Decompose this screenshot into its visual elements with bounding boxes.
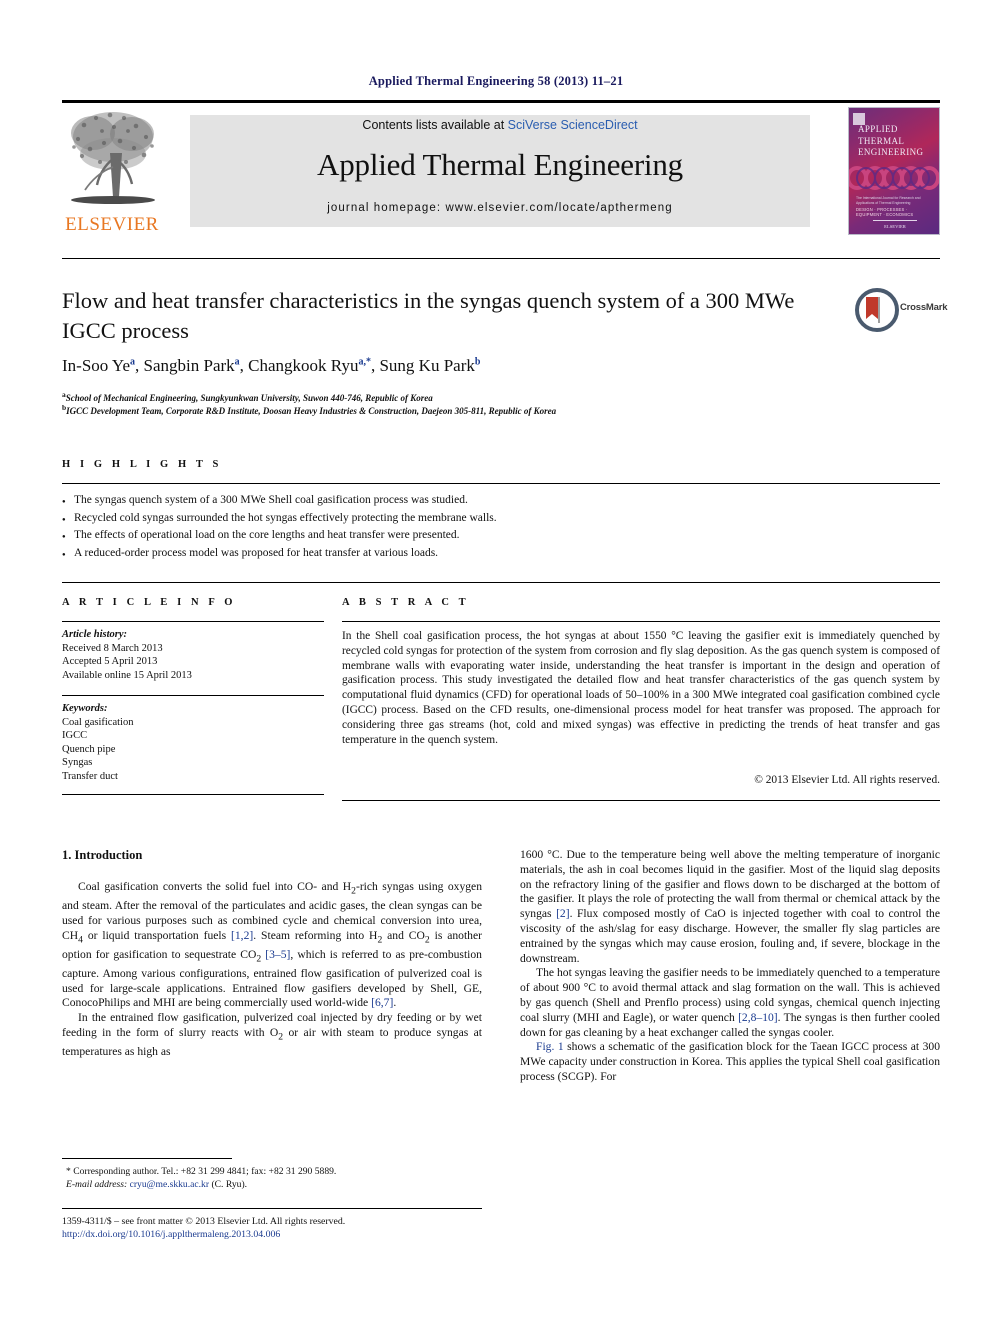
article-info-heading: A R T I C L E I N F O: [62, 597, 237, 608]
journal-masthead: ELSEVIER Contents lists available at Sci…: [62, 100, 940, 236]
highlight-item: The syngas quench system of a 300 MWe Sh…: [62, 492, 940, 511]
keyword-item: Syngas: [62, 757, 93, 769]
body-column-left: 1. Introduction Coal gasification conver…: [62, 848, 482, 1060]
crossmark-badge[interactable]: CrossMark: [855, 288, 948, 332]
elsevier-logo: ELSEVIER: [62, 107, 162, 237]
journal-title: Applied Thermal Engineering: [317, 147, 683, 182]
footer-divider: [62, 1208, 482, 1209]
elsevier-wordmark: ELSEVIER: [65, 214, 159, 235]
cover-scope-line: DESIGN · PROCESSES · EQUIPMENT · ECONOMI…: [856, 207, 914, 217]
journal-cover-thumbnail: APPLIED THERMAL ENGINEERING The Internat…: [848, 107, 940, 235]
citation-link[interactable]: [1,2]: [231, 929, 253, 942]
abstract-rule: [342, 621, 940, 622]
author-affil-mark: a: [234, 356, 240, 368]
footer-block: 1359-4311/$ – see front matter © 2013 El…: [62, 1215, 492, 1241]
highlight-item: A reduced-order process model was propos…: [62, 545, 940, 564]
abstract-text: In the Shell coal gasification process, …: [342, 630, 940, 746]
footnote-divider: [62, 1158, 232, 1159]
author-affil-mark: b: [474, 356, 481, 368]
elsevier-tree-icon: [71, 112, 155, 204]
page-title: Flow and heat transfer characteristics i…: [62, 288, 795, 343]
citation-link[interactable]: [2]: [556, 907, 570, 920]
affiliation-text: IGCC Development Team, Corporate R&D Ins…: [66, 406, 557, 416]
abstract-bottom-divider: [342, 800, 940, 801]
article-history: Article history: Received 8 March 2013 A…: [62, 628, 324, 682]
article-info-rule-3: [62, 794, 324, 795]
author-item: Sangbin Parka: [143, 356, 240, 375]
author-affil-mark: a,*: [358, 356, 371, 368]
highlight-item: Recycled cold syngas surrounded the hot …: [62, 510, 940, 529]
abstract-heading: A B S T R A C T: [342, 597, 470, 608]
history-item: Received 8 March 2013: [62, 642, 163, 654]
author-item: In-Soo Yea: [62, 356, 136, 375]
author-item: Sung Ku Parkb: [379, 356, 481, 375]
keyword-item: Quench pipe: [62, 743, 116, 755]
keyword-item: IGCC: [62, 730, 88, 742]
email-label: E-mail address:: [66, 1179, 128, 1190]
body-paragraph: Fig. 1 shows a schematic of the gasifica…: [520, 1040, 941, 1083]
article-info-rule-2: [62, 695, 324, 696]
history-item: Accepted 5 April 2013: [62, 656, 158, 668]
issn-line: 1359-4311/$ – see front matter © 2013 El…: [62, 1216, 346, 1227]
running-head: Applied Thermal Engineering 58 (2013) 11…: [368, 74, 624, 88]
contents-available-line: Contents lists available at SciVerse Sci…: [190, 118, 810, 132]
crossmark-icon: [855, 288, 899, 332]
body-column-right: 1600 °C. Due to the temperature being we…: [520, 848, 940, 1085]
cover-title: APPLIED THERMAL ENGINEERING: [858, 124, 924, 157]
email-link[interactable]: cryu@me.skku.ac.kr: [130, 1179, 209, 1190]
highlight-item: The effects of operational load on the c…: [62, 527, 940, 546]
author-affil-mark: a: [130, 356, 136, 368]
author-item: Changkook Ryua,*: [248, 356, 371, 375]
crossmark-label: CrossMark: [900, 302, 948, 313]
body-paragraph: 1600 °C. Due to the temperature being we…: [520, 848, 940, 965]
figure-reference-link[interactable]: Fig. 1: [536, 1040, 564, 1053]
affiliation-b: bIGCC Development Team, Corporate R&D In…: [62, 402, 882, 418]
keyword-item: Coal gasification: [62, 716, 134, 728]
highlights-divider: [62, 483, 940, 484]
article-info-rule: [62, 621, 324, 622]
cover-publisher: ELSEVIER: [884, 224, 906, 229]
body-paragraph: In the entrained flow gasification, pulv…: [62, 1011, 482, 1059]
paper-page: Applied Thermal Engineering 58 (2013) 11…: [0, 0, 992, 1323]
corresponding-author-note: * Corresponding author. Tel.: +82 31 299…: [66, 1166, 337, 1177]
body-paragraph: Coal gasification converts the solid fue…: [62, 879, 482, 1010]
citation-link[interactable]: [3–5]: [265, 948, 290, 961]
abstract-copyright: © 2013 Elsevier Ltd. All rights reserved…: [754, 774, 940, 786]
cover-subtitle: The International Journal for Research a…: [856, 196, 921, 205]
info-section-divider: [62, 582, 940, 583]
email-note: E-mail address: cryu@me.skku.ac.kr (C. R…: [62, 1178, 482, 1191]
highlights-heading: H I G H L I G H T S: [62, 459, 222, 470]
title-divider: [62, 258, 940, 259]
contents-prefix: Contents lists available at: [362, 118, 508, 132]
sciencedirect-link[interactable]: SciVerse ScienceDirect: [508, 118, 638, 132]
highlights-list: The syngas quench system of a 300 MWe Sh…: [62, 492, 940, 564]
email-owner: (C. Ryu).: [211, 1179, 248, 1190]
article-history-title: Article history:: [62, 629, 128, 640]
footnote-block: * Corresponding author. Tel.: +82 31 299…: [62, 1165, 482, 1191]
section-heading-introduction: 1. Introduction: [62, 848, 143, 862]
doi-link[interactable]: http://dx.doi.org/10.1016/j.applthermale…: [62, 1228, 492, 1241]
citation-link[interactable]: [2,8–10]: [738, 1011, 778, 1024]
keywords-block: Keywords: Coal gasification IGCC Quench …: [62, 702, 324, 784]
cover-divider: [873, 220, 917, 221]
keyword-item: Transfer duct: [62, 770, 118, 782]
history-item: Available online 15 April 2013: [62, 669, 192, 681]
citation-link[interactable]: [6,7]: [371, 996, 393, 1009]
keywords-title: Keywords:: [62, 703, 108, 714]
journal-homepage-link[interactable]: journal homepage: www.elsevier.com/locat…: [190, 202, 810, 214]
body-paragraph: The hot syngas leaving the gasifier need…: [520, 966, 940, 1039]
cover-rings-graphic: [849, 166, 939, 190]
author-list: In-Soo Yea, Sangbin Parka, Changkook Ryu…: [62, 356, 481, 375]
